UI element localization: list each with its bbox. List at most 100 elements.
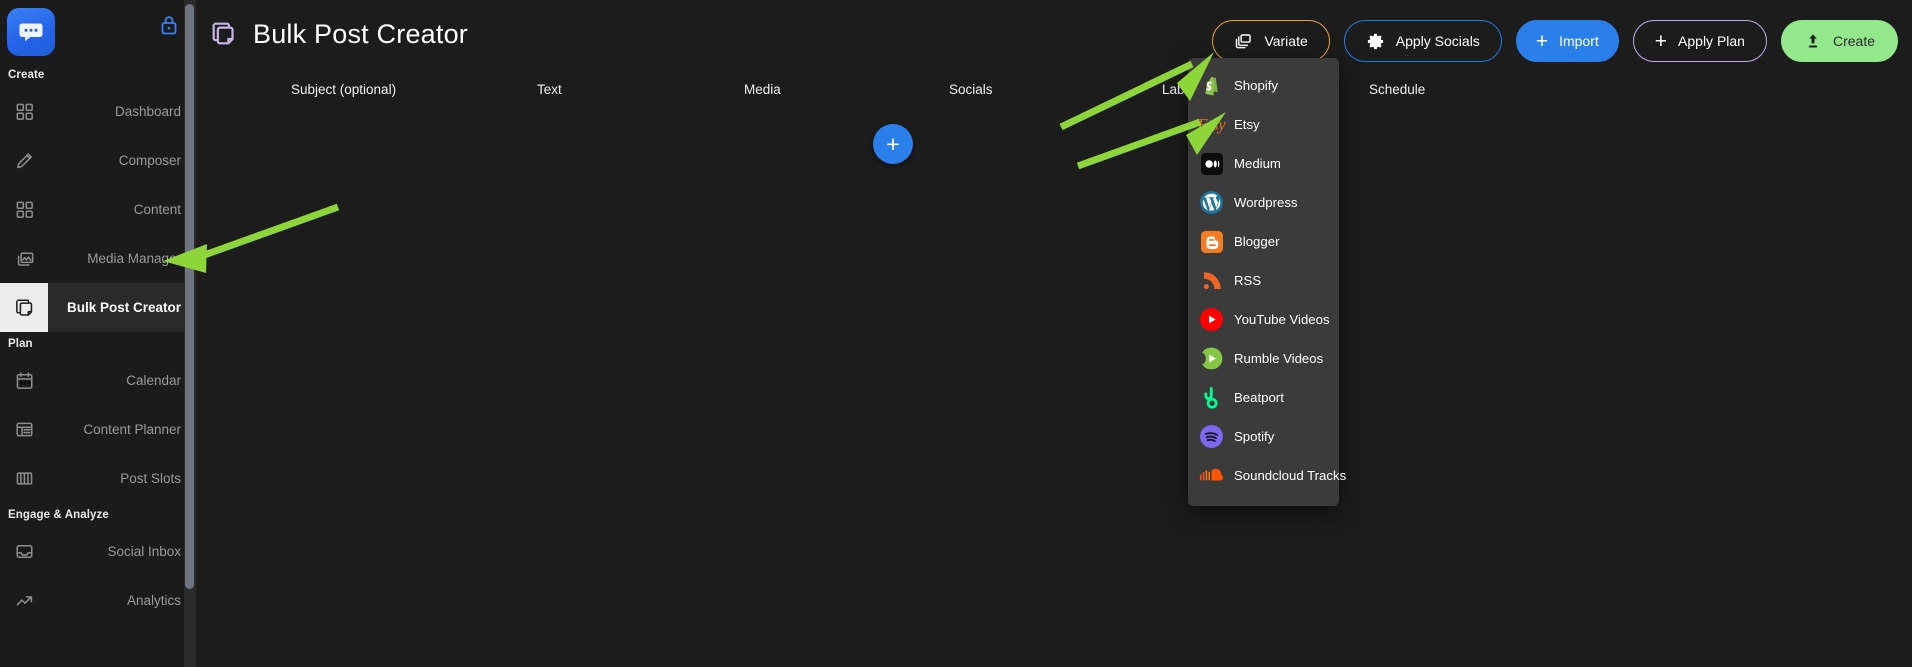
import-source-menu[interactable]: Shopify Etsy Etsy Medium Wordpress Blogger RSS… (1188, 58, 1346, 506)
import-menu-item-medium[interactable]: Medium (1188, 144, 1339, 183)
apply-socials-button-label: Apply Socials (1395, 33, 1480, 49)
column-header-socials: Socials (949, 82, 993, 97)
grid-icon (0, 87, 48, 136)
youtube-icon (1199, 307, 1224, 332)
import-button[interactable]: + Import (1515, 20, 1619, 62)
sidebar-item-composer[interactable]: Composer (0, 136, 195, 185)
blogger-icon (1199, 229, 1224, 254)
import-menu-item-label: Rumble Videos (1234, 351, 1324, 366)
page-title: Bulk Post Creator (253, 19, 468, 49)
import-menu-item-label: Etsy (1234, 117, 1260, 132)
grid-icon (0, 185, 48, 234)
add-row-button[interactable]: + (873, 124, 913, 164)
import-menu-item-youtube-videos[interactable]: YouTube Videos (1188, 300, 1339, 339)
import-menu-item-label: Shopify (1234, 78, 1278, 93)
lock-icon (161, 16, 177, 35)
rss-icon (1199, 268, 1224, 293)
sidebar-item-media-manager[interactable]: Media Manager (0, 234, 195, 283)
column-header-media: Media (744, 82, 781, 97)
sidebar-item-post-slots[interactable]: Post Slots (0, 454, 195, 503)
column-header-text: Text (537, 82, 562, 97)
wordpress-icon (1199, 190, 1224, 215)
sidebar-item-content[interactable]: Content (0, 185, 195, 234)
sidebar-item-content-planner[interactable]: Content Planner (0, 405, 195, 454)
plus-icon: + (1654, 29, 1668, 53)
column-header-subject-optional-: Subject (optional) (291, 82, 397, 97)
sidebar-item-dashboard[interactable]: Dashboard (0, 87, 195, 136)
column-header-schedule: Schedule (1369, 82, 1426, 97)
import-menu-item-soundcloud-tracks[interactable]: Soundcloud Tracks (1188, 456, 1346, 495)
sidebar-item-social-inbox[interactable]: Social Inbox (0, 527, 195, 576)
medium-icon (1199, 151, 1224, 176)
rumble-icon (1199, 346, 1224, 371)
chat-bubble-icon (19, 23, 43, 42)
sidebar-scrollbar-track[interactable] (184, 0, 195, 667)
apply-plan-button[interactable]: + Apply Plan (1632, 20, 1767, 62)
import-button-label: Import (1559, 33, 1599, 49)
lock-toggle-button[interactable] (156, 12, 182, 38)
layers-icon (1236, 33, 1252, 48)
import-menu-item-beatport[interactable]: Beatport (1188, 378, 1339, 417)
import-menu-item-wordpress[interactable]: Wordpress (1188, 183, 1339, 222)
import-menu-item-label: Wordpress (1234, 195, 1298, 210)
shopify-icon (1199, 73, 1224, 98)
sidebar-item-label: Dashboard (114, 104, 181, 119)
apply-plan-button-label: Apply Plan (1678, 33, 1745, 49)
sidebar: Create Dashboard Composer Content Media Mana… (0, 0, 196, 667)
import-menu-item-rumble-videos[interactable]: Rumble Videos (1188, 339, 1339, 378)
columns-icon (0, 454, 48, 503)
app-logo[interactable] (7, 8, 55, 56)
import-menu-item-label: Soundcloud Tracks (1234, 468, 1347, 483)
sidebar-brand-row (0, 0, 195, 63)
sidebar-item-label: Content Planner (83, 422, 181, 437)
beatport-icon (1199, 385, 1224, 410)
plus-icon: + (886, 130, 900, 157)
page-header: Bulk Post Creator Variate Apply Socials (197, 0, 1912, 82)
import-menu-item-label: Medium (1234, 156, 1281, 171)
import-menu-item-shopify[interactable]: Shopify (1188, 66, 1339, 105)
calendar-icon (0, 356, 48, 405)
sidebar-item-label: Social Inbox (107, 544, 181, 559)
copy-pages-icon (0, 283, 48, 332)
import-menu-item-label: Blogger (1234, 234, 1280, 249)
sidebar-group-label: Engage & Analyze (8, 509, 109, 521)
apply-socials-button[interactable]: Apply Socials (1343, 20, 1502, 62)
plus-icon: + (1535, 29, 1549, 53)
sidebar-item-bulk-post-creator[interactable]: Bulk Post Creator (0, 283, 195, 332)
pencil-icon (0, 136, 48, 185)
import-menu-item-label: RSS (1234, 273, 1262, 288)
create-button[interactable]: Create (1780, 20, 1898, 62)
gear-icon (1367, 33, 1383, 49)
sidebar-item-label: Bulk Post Creator (66, 300, 181, 315)
sidebar-group-label: Create (8, 69, 45, 81)
import-menu-item-blogger[interactable]: Blogger (1188, 222, 1339, 261)
page-title-group: Bulk Post Creator (210, 19, 468, 50)
list-table-icon (0, 405, 48, 454)
variate-button-label: Variate (1264, 33, 1308, 49)
sidebar-item-label: Content (133, 202, 181, 217)
import-menu-item-label: Beatport (1234, 390, 1284, 405)
sidebar-item-label: Post Slots (120, 471, 181, 486)
main-content: Bulk Post Creator Variate Apply Socials (197, 0, 1912, 667)
header-actions: Variate Apply Socials + Import + Apply P… (1212, 20, 1898, 62)
sidebar-item-analytics[interactable]: Analytics (0, 576, 195, 625)
table-column-headers: Subject (optional) Text Media Socials Labels… (197, 82, 1912, 112)
create-button-label: Create (1832, 33, 1875, 49)
sidebar-nav: Create Dashboard Composer Content Media Mana… (0, 63, 195, 625)
etsy-icon: Etsy (1197, 114, 1226, 134)
import-menu-item-spotify[interactable]: Spotify (1188, 417, 1339, 456)
media-stack-icon (0, 234, 48, 283)
sidebar-item-label: Calendar (126, 373, 181, 388)
copy-pages-icon (212, 22, 234, 44)
variate-button[interactable]: Variate (1212, 20, 1330, 62)
import-menu-item-label: Spotify (1234, 429, 1275, 444)
sidebar-item-label: Composer (118, 153, 181, 168)
sidebar-scrollbar-thumb[interactable] (185, 4, 194, 589)
import-menu-item-label: YouTube Videos (1234, 312, 1330, 327)
inbox-icon (0, 527, 48, 576)
sidebar-item-label: Analytics (126, 593, 181, 608)
import-menu-item-rss[interactable]: RSS (1188, 261, 1339, 300)
import-menu-item-etsy[interactable]: Etsy Etsy (1188, 105, 1339, 144)
sidebar-group-label: Plan (8, 338, 33, 350)
sidebar-item-calendar[interactable]: Calendar (0, 356, 195, 405)
